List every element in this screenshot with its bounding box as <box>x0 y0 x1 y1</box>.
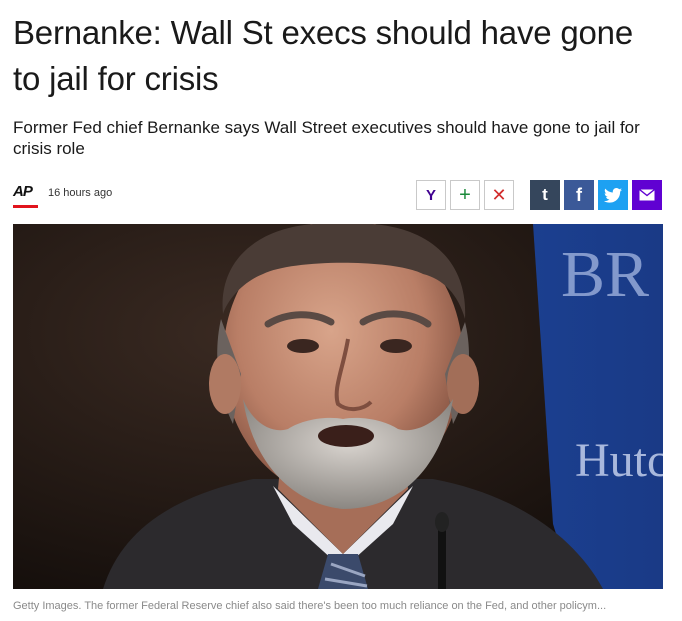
bernanke-portrait-image: BR Hutc <box>13 224 663 589</box>
tumblr-share-button[interactable]: t <box>530 180 560 210</box>
article-photo[interactable]: BR Hutc <box>13 224 663 589</box>
mail-icon <box>639 189 655 201</box>
article-summary: Former Fed chief Bernanke says Wall Stre… <box>13 118 640 158</box>
article-headline: Bernanke: Wall St execs should have gone… <box>13 14 633 97</box>
twitter-bird-icon <box>604 187 622 203</box>
facebook-share-button[interactable]: f <box>564 180 594 210</box>
backdrop-text-top: BR <box>561 238 649 311</box>
yahoo-follow-button[interactable]: Y <box>416 180 446 210</box>
mail-share-button[interactable] <box>632 180 662 210</box>
backdrop-text-bottom: Hutc <box>575 434 663 487</box>
share-toolbar: Y + ✕ t f <box>416 180 662 210</box>
photo-caption: Getty Images. The former Federal Reserve… <box>13 600 607 612</box>
share-spacer <box>518 180 526 210</box>
add-button[interactable]: + <box>450 180 480 210</box>
ap-logo[interactable]: AP <box>13 184 38 210</box>
byline: AP 16 hours ago <box>13 184 112 210</box>
twitter-share-button[interactable] <box>598 180 628 210</box>
timestamp: 16 hours ago <box>48 187 113 199</box>
ap-logo-text: AP <box>13 183 33 200</box>
dismiss-button[interactable]: ✕ <box>484 180 514 210</box>
ap-logo-underline <box>13 205 38 208</box>
